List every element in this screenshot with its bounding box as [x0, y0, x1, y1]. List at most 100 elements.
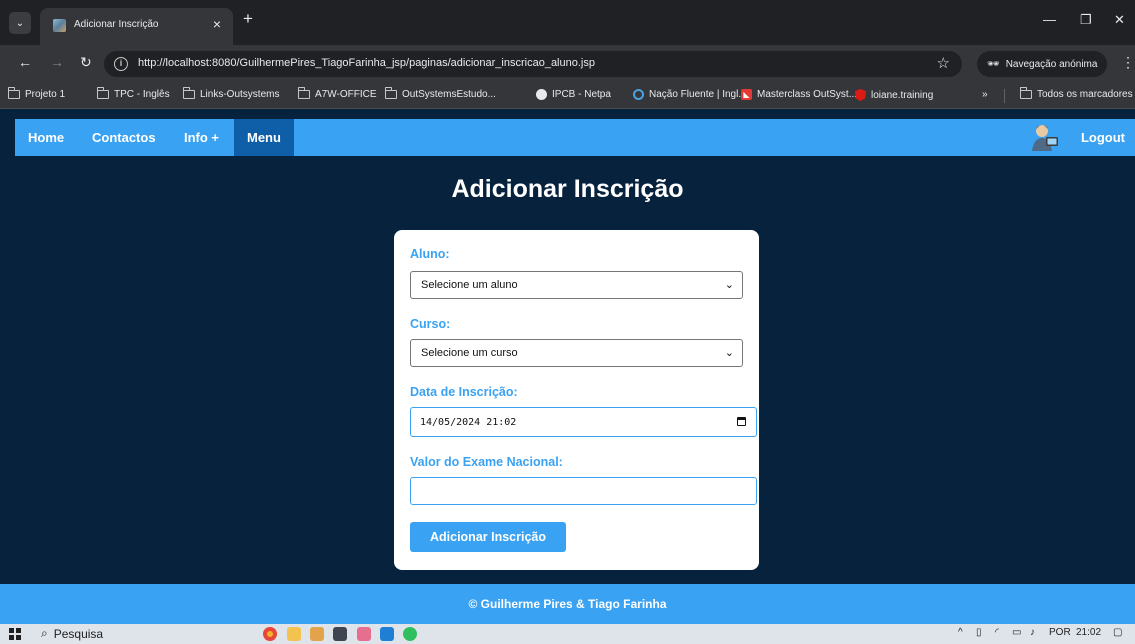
bookmark-item[interactable]: Nação Fluente | Ingl... [633, 89, 747, 100]
curso-label: Curso: [410, 317, 451, 331]
bookmark-item[interactable]: Projeto 1 [7, 87, 66, 100]
angular-icon [855, 89, 866, 101]
all-bookmarks-label: Todos os marcadores [1037, 89, 1133, 100]
tab-search-chevron-icon[interactable]: ⌄ [9, 12, 31, 34]
all-bookmarks-folder[interactable]: Todos os marcadores [1019, 87, 1133, 100]
nav-home[interactable]: Home [15, 119, 77, 156]
language-indicator[interactable]: POR [1049, 627, 1071, 638]
curso-select-value: Selecione um curso [421, 347, 518, 359]
bookmark-label: Projeto 1 [25, 89, 66, 100]
data-inscricao-value: 14/05/2024 21:02 [420, 417, 517, 428]
aluno-select[interactable]: Selecione um aluno ⌄ [410, 271, 743, 299]
forward-arrow-icon[interactable]: → [50, 54, 64, 70]
user-avatar-icon[interactable] [1030, 123, 1060, 151]
folder-icon [1019, 87, 1032, 99]
app-icon[interactable] [357, 627, 371, 641]
url-text: http://localhost:8080/GuilhermePires_Tia… [138, 57, 595, 69]
aluno-select-value: Selecione um aluno [421, 279, 518, 291]
tab-close-icon[interactable]: × [213, 16, 221, 32]
curso-select[interactable]: Selecione um curso ⌄ [410, 339, 743, 367]
chevron-down-icon: ⌄ [724, 347, 734, 359]
bookmarks-bar: Projeto 1 TPC - Inglês Links-Outsystems … [0, 83, 1135, 109]
folder-icon [7, 87, 20, 99]
browser-toolbar: ← → ↻ i http://localhost:8080/GuilhermeP… [0, 45, 1135, 83]
exame-nacional-input[interactable] [410, 477, 757, 505]
clock[interactable]: 21:02 [1076, 627, 1101, 638]
calendar-icon[interactable] [737, 417, 746, 426]
folder-icon [384, 87, 397, 99]
new-tab-plus-icon[interactable]: + [243, 9, 253, 29]
taskbar-search[interactable]: ⌕ Pesquisa [41, 626, 103, 641]
windows-start-icon[interactable] [9, 628, 21, 640]
close-window-icon[interactable]: ✕ [1114, 12, 1125, 28]
battery-icon[interactable]: ▭ [1012, 627, 1021, 638]
exame-nacional-label: Valor do Exame Nacional: [410, 455, 563, 469]
restore-icon[interactable]: ❐ [1080, 12, 1092, 28]
bookmark-label: Masterclass OutSyst... [757, 89, 858, 100]
bookmark-item[interactable]: loiane.training [855, 89, 933, 101]
reload-icon[interactable]: ↻ [80, 54, 92, 71]
site-info-icon[interactable]: i [114, 57, 128, 71]
nav-menu[interactable]: Menu [234, 119, 294, 156]
wifi-icon[interactable]: ◜ [995, 627, 999, 638]
tab-favicon-icon [53, 19, 66, 32]
adicionar-inscricao-button[interactable]: Adicionar Inscrição [410, 522, 566, 552]
enrollment-form: Aluno: Selecione um aluno ⌄ Curso: Selec… [394, 230, 759, 570]
bookmarks-divider [1004, 89, 1005, 103]
tray-overflow-icon[interactable]: ^ [958, 627, 963, 638]
browser-tab-active[interactable]: Adicionar Inscrição × [40, 8, 233, 45]
back-arrow-icon[interactable]: ← [18, 54, 32, 70]
bookmark-star-icon[interactable]: ☆ [937, 54, 950, 72]
incognito-label: Navegação anónima [1005, 58, 1098, 70]
app-navbar: Home Contactos Info + Menu Logout [15, 119, 1135, 156]
nav-contactos[interactable]: Contactos [79, 119, 169, 156]
whatsapp-icon[interactable] [403, 627, 417, 641]
search-icon: ⌕ [41, 626, 48, 640]
page-title: Adicionar Inscrição [451, 175, 684, 203]
app-icon[interactable] [310, 627, 324, 641]
bookmark-item[interactable]: TPC - Inglês [96, 87, 170, 100]
incognito-indicator[interactable]: 🕶 Navegação anónima [977, 51, 1107, 77]
tray-app-icon[interactable]: ▯ [976, 627, 982, 638]
folder-icon [182, 87, 195, 99]
more-bookmarks-icon[interactable]: » [982, 89, 988, 100]
masterclass-icon: ◣ [741, 89, 752, 100]
taskbar-search-label: Pesquisa [53, 626, 104, 641]
bookmark-label: OutSystemsEstudo... [402, 89, 496, 100]
data-inscricao-input[interactable]: 14/05/2024 21:02 [410, 407, 757, 437]
bookmark-label: Nação Fluente | Ingl... [649, 89, 747, 100]
address-bar[interactable]: i http://localhost:8080/GuilhermePires_T… [104, 51, 962, 77]
bookmark-label: loiane.training [871, 89, 934, 101]
vscode-icon[interactable] [380, 627, 394, 641]
os-taskbar: ⌕ Pesquisa ^ ▯ ◜ ▭ ♪ POR 21:02 ▢ [0, 624, 1135, 644]
nav-info[interactable]: Info + [171, 119, 232, 156]
bookmark-item[interactable]: OutSystemsEstudo... [384, 87, 496, 100]
nacao-fluente-icon [633, 89, 644, 100]
tab-title: Adicionar Inscrição [74, 19, 159, 30]
volume-icon[interactable]: ♪ [1030, 627, 1035, 638]
folder-icon [96, 87, 109, 99]
globe-icon [536, 89, 547, 100]
browser-tab-bar: ⌄ Adicionar Inscrição × + — ❐ ✕ [0, 0, 1135, 45]
bookmark-item[interactable]: Links-Outsystems [182, 87, 280, 100]
bookmark-label: A7W-OFFICE [315, 89, 377, 100]
folder-icon [297, 87, 310, 99]
notifications-icon[interactable]: ▢ [1113, 627, 1122, 638]
bookmark-item[interactable]: A7W-OFFICE [297, 87, 377, 100]
bookmark-item[interactable]: ◣ Masterclass OutSyst... [741, 89, 857, 100]
page-footer: © Guilherme Pires & Tiago Farinha [0, 584, 1135, 624]
chrome-app-icon[interactable] [263, 627, 277, 641]
incognito-icon: 🕶 [987, 58, 1000, 70]
bookmark-label: TPC - Inglês [114, 89, 170, 100]
aluno-label: Aluno: [410, 247, 450, 261]
bookmark-label: Links-Outsystems [200, 89, 280, 100]
logout-link[interactable]: Logout [1081, 119, 1125, 156]
data-inscricao-label: Data de Inscrição: [410, 385, 518, 399]
file-explorer-icon[interactable] [287, 627, 301, 641]
bookmark-label: IPCB - Netpa [552, 89, 611, 100]
minimize-icon[interactable]: — [1043, 12, 1056, 27]
terminal-icon[interactable] [333, 627, 347, 641]
chevron-down-icon: ⌄ [724, 279, 734, 291]
browser-menu-icon[interactable]: ⋮ [1121, 54, 1135, 71]
bookmark-item[interactable]: IPCB - Netpa [536, 89, 611, 100]
